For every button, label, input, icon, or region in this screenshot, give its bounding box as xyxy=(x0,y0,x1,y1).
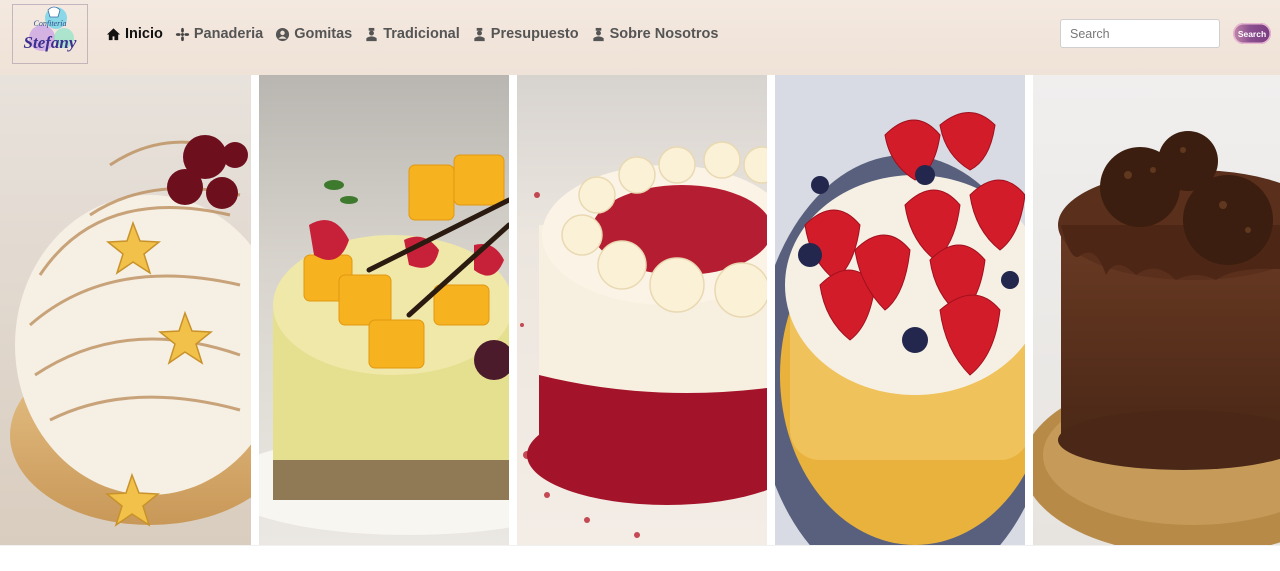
confiteria-stefany-logo[interactable]: Confitería Stefany xyxy=(12,4,88,64)
mango-cheesecake-image[interactable] xyxy=(259,75,509,545)
search-button[interactable]: Search xyxy=(1233,23,1271,44)
main-nav: Inicio Panaderia Gomitas Tradicional Pre… xyxy=(106,26,730,42)
red-velvet-cake-image[interactable] xyxy=(517,75,767,545)
nav-item-inicio[interactable]: Inicio xyxy=(106,26,163,42)
nav-label-presupuesto: Presupuesto xyxy=(490,26,579,42)
lemon-meringue-tart-image[interactable] xyxy=(0,75,251,545)
navbar: Confitería Stefany Inicio Panaderia Gomi… xyxy=(0,0,1280,75)
strawberry-blueberry-tart-image[interactable] xyxy=(775,75,1025,545)
nav-label-inicio: Inicio xyxy=(125,26,163,42)
search-input[interactable] xyxy=(1060,19,1220,48)
logo-text-line2: Stefany xyxy=(24,33,77,52)
cake-gallery xyxy=(0,75,1280,545)
nav-item-sobre-nosotros[interactable]: Sobre Nosotros xyxy=(591,26,719,42)
logo-text-line1: Confitería xyxy=(34,19,67,28)
nav-item-gomitas[interactable]: Gomitas xyxy=(275,26,352,42)
nav-label-tradicional: Tradicional xyxy=(383,26,460,42)
page-bottom-area xyxy=(0,545,1280,571)
nav-item-panaderia[interactable]: Panaderia xyxy=(175,26,263,42)
flower-icon xyxy=(175,27,190,41)
baker-icon xyxy=(366,27,377,41)
chocolate-truffle-cake-image[interactable] xyxy=(1033,75,1280,545)
home-icon xyxy=(106,27,121,40)
baker-icon xyxy=(474,27,485,41)
nav-label-sobre-nosotros: Sobre Nosotros xyxy=(609,26,719,42)
baker-icon xyxy=(592,27,604,41)
user-circle-icon xyxy=(276,27,290,41)
nav-item-tradicional[interactable]: Tradicional xyxy=(364,26,460,42)
nav-item-presupuesto[interactable]: Presupuesto xyxy=(472,26,579,42)
nav-label-gomitas: Gomitas xyxy=(294,26,353,42)
nav-label-panaderia: Panaderia xyxy=(193,26,264,42)
